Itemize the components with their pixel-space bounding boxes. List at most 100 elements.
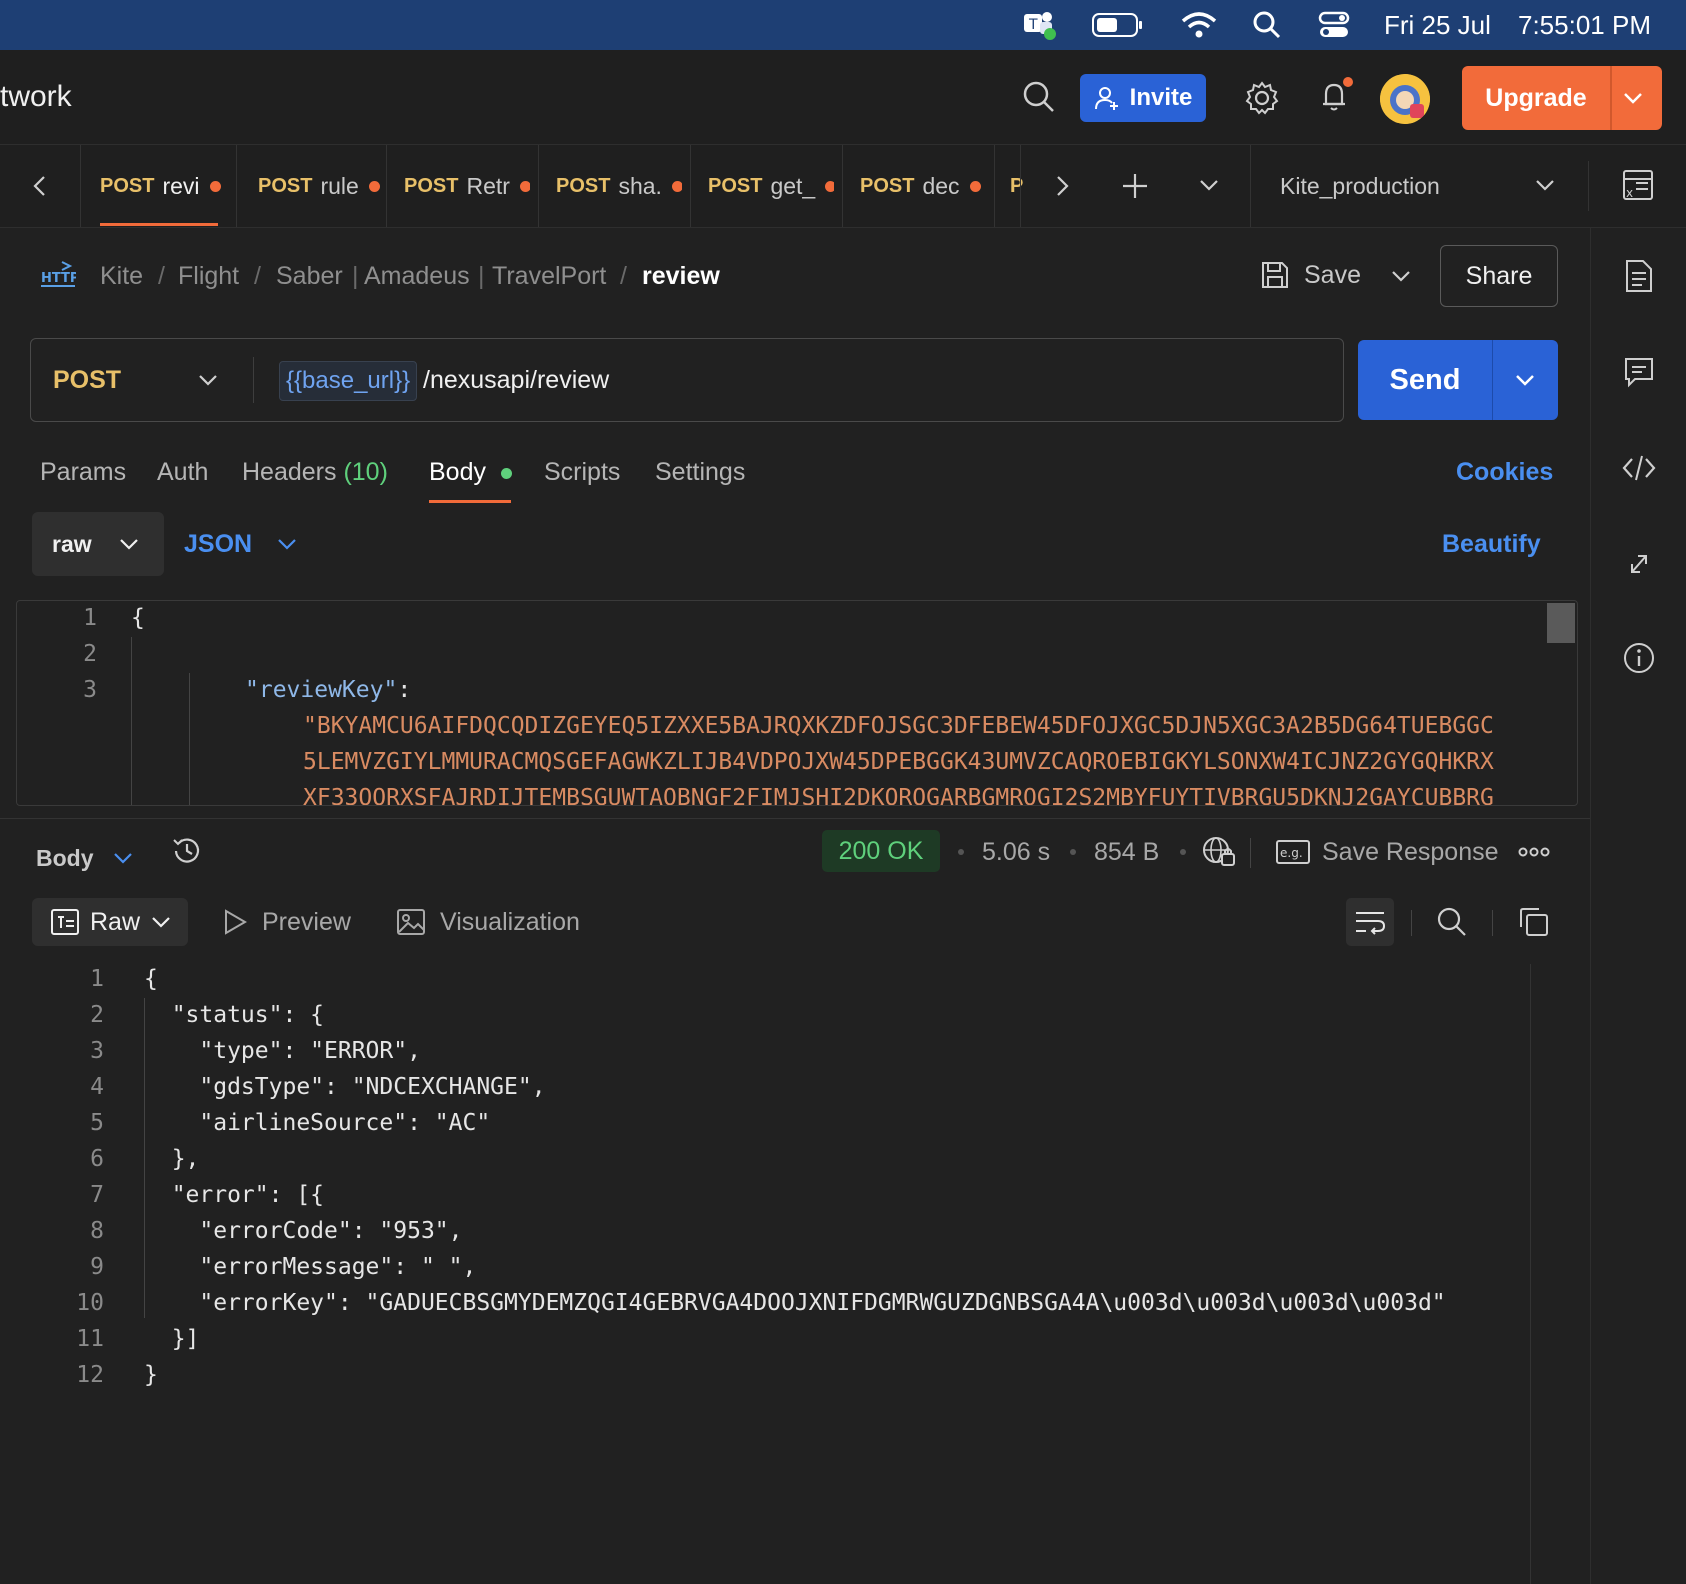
beautify-button[interactable]: Beautify [1442, 512, 1541, 576]
preview-tab[interactable]: Preview [222, 898, 351, 946]
method-chevron-icon[interactable] [197, 370, 219, 390]
response-view-select[interactable]: Raw [32, 898, 188, 946]
breadcrumb-separator: / [620, 262, 627, 290]
request-tab[interactable]: POST rule [258, 145, 384, 227]
wrap-lines-toggle[interactable] [1346, 898, 1394, 946]
body-format-chevron-icon [276, 534, 298, 554]
request-body-editor[interactable]: 1 2 3 { "reviewKey": "BKYAMCU6AIFDQCQDIZ… [16, 600, 1578, 806]
right-sidebar [1590, 228, 1686, 1584]
spotlight-search-icon[interactable] [1252, 0, 1282, 50]
breadcrumb-item[interactable]: Amadeus [364, 256, 470, 296]
request-tab[interactable]: POST dec [860, 145, 986, 227]
url-variable-chip[interactable]: {{base_url}} [279, 361, 418, 401]
request-tab[interactable]: POST Retr [404, 145, 530, 227]
response-time[interactable]: 5.06 s [982, 832, 1050, 872]
tabs-scroll-left-icon[interactable] [30, 173, 50, 199]
tab-settings[interactable]: Settings [655, 452, 745, 492]
tab-auth[interactable]: Auth [157, 452, 208, 492]
workspace-title[interactable]: twork [0, 80, 72, 114]
tab-method: POST [258, 174, 313, 197]
response-size[interactable]: 854 B [1094, 832, 1159, 872]
raw-text-icon [50, 908, 80, 936]
control-center-icon[interactable] [1318, 0, 1350, 50]
upgrade-menu-chevron-icon[interactable] [1622, 88, 1644, 108]
copy-icon[interactable] [1518, 906, 1550, 938]
tab-headers-count: (10) [343, 458, 388, 486]
send-options-chevron-icon[interactable] [1514, 370, 1536, 390]
info-icon[interactable] [1615, 634, 1663, 682]
line-number: 7 [90, 1182, 104, 1208]
notifications-bell-icon[interactable] [1316, 76, 1356, 116]
related-collections-icon[interactable] [1615, 540, 1663, 588]
tab-scripts[interactable]: Scripts [544, 452, 620, 492]
tab-method: POST [404, 174, 459, 197]
request-tab[interactable]: POST get_ [708, 145, 834, 227]
menubar-date[interactable]: Fri 25 Jul [1384, 0, 1491, 50]
tab-headers[interactable]: Headers (10) [242, 452, 388, 492]
breadcrumb-item[interactable]: Flight [178, 256, 239, 296]
breadcrumb-item[interactable]: Kite [100, 256, 143, 296]
breadcrumb-current[interactable]: review [642, 256, 720, 296]
environment-chevron-icon[interactable] [1534, 175, 1556, 195]
save-response-button[interactable]: e.g. Save Response [1276, 832, 1499, 872]
unsaved-dot [671, 180, 682, 192]
response-body-viewer[interactable]: 1 2 3 4 5 6 7 8 9 10 11 12 { "status": {… [0, 960, 1530, 1584]
invite-button[interactable]: Invite [1080, 74, 1206, 122]
json-string-value: XF33OORXSFAJRDIJTEMBSGUWTAOBNGF2FIMJSHI2… [303, 785, 1494, 806]
code-line: }, [144, 1146, 200, 1172]
upgrade-button[interactable]: Upgrade [1462, 66, 1662, 130]
line-number: 12 [76, 1362, 104, 1388]
user-avatar[interactable] [1380, 74, 1430, 124]
line-number: 2 [83, 641, 97, 667]
tab-name: sha. [618, 172, 662, 199]
response-scroll-track[interactable] [1530, 964, 1531, 1584]
wifi-icon[interactable] [1180, 0, 1218, 50]
menubar-time[interactable]: 7:55:01 PM [1518, 0, 1651, 50]
cookies-link[interactable]: Cookies [1456, 452, 1553, 492]
editor-scrollbar[interactable] [1547, 603, 1575, 643]
tab-separator [690, 145, 691, 227]
tabs-scroll-right-icon[interactable] [1052, 173, 1072, 199]
body-format-select[interactable]: JSON [184, 512, 298, 576]
network-globe-lock-icon[interactable] [1202, 834, 1236, 868]
code-snippet-icon[interactable] [1615, 444, 1663, 492]
more-options-icon[interactable] [1518, 842, 1550, 862]
visualization-tab[interactable]: Visualization [396, 898, 580, 946]
tab-params[interactable]: Params [40, 452, 126, 492]
battery-icon[interactable] [1092, 0, 1144, 50]
method-select[interactable]: POST [53, 339, 121, 421]
tabs-overflow-chevron-icon[interactable] [1198, 175, 1220, 195]
tab-separator [1250, 145, 1251, 227]
request-tab[interactable]: P [1010, 145, 1024, 227]
environment-select[interactable]: Kite_production [1280, 145, 1440, 227]
tab-body[interactable]: Body [429, 452, 512, 492]
new-tab-plus-icon[interactable] [1120, 171, 1150, 201]
response-history-icon[interactable] [170, 834, 204, 868]
send-button[interactable]: Send [1358, 340, 1558, 420]
request-tab[interactable]: POST revi [100, 145, 226, 227]
body-mode-select[interactable]: raw [32, 512, 164, 576]
meta-separator [1180, 849, 1186, 855]
add-user-icon [1094, 85, 1120, 111]
breadcrumb-item[interactable]: TravelPort [492, 256, 606, 296]
breadcrumb-item[interactable]: Saber [276, 256, 343, 296]
comments-icon[interactable] [1615, 348, 1663, 396]
request-tab[interactable]: POST sha. [556, 145, 682, 227]
search-response-icon[interactable] [1436, 906, 1468, 938]
environment-variables-icon[interactable]: x [1622, 169, 1654, 201]
status-badge[interactable]: 200 OK [822, 830, 940, 872]
save-options-chevron-icon[interactable] [1390, 266, 1412, 286]
settings-gear-icon[interactable] [1244, 80, 1280, 116]
response-section-select[interactable]: Body [36, 838, 134, 878]
teams-status-icon[interactable]: T [1020, 0, 1060, 50]
send-label: Send [1389, 363, 1461, 396]
documentation-icon[interactable] [1615, 252, 1663, 300]
code-line: { [144, 966, 158, 992]
save-button[interactable]: Save [1260, 245, 1361, 305]
tab-separator [994, 145, 995, 227]
share-button[interactable]: Share [1440, 245, 1558, 307]
breadcrumb-separator: / [254, 262, 261, 290]
url-input[interactable]: /nexusapi/review [423, 339, 609, 421]
search-icon[interactable] [1022, 80, 1056, 114]
app-header: twork Invite Upgrade [0, 50, 1686, 145]
